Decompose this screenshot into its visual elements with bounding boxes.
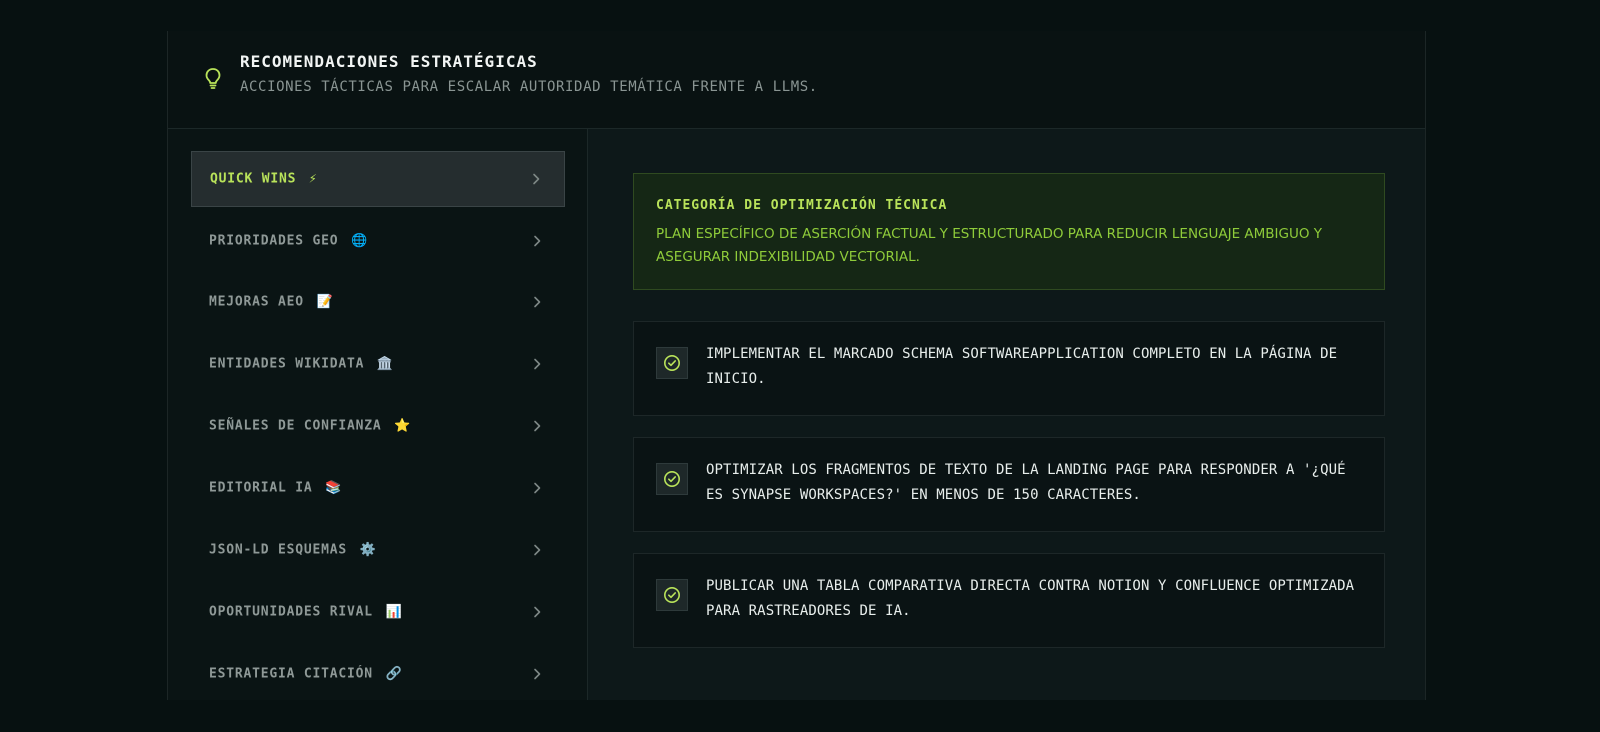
- memo-icon: 📝: [316, 294, 334, 310]
- sidebar-item-label: OPORTUNIDADES RIVAL 📊: [209, 604, 403, 620]
- sidebar-item-json-ld-esquemas[interactable]: JSON-LD ESQUEMAS ⚙️: [191, 522, 565, 578]
- link-icon: 🔗: [385, 666, 403, 682]
- category-sidebar: QUICK WINS ⚡ PRIORIDADES GEO 🌐 MEJORAS A…: [168, 129, 588, 700]
- category-info-box: CATEGORÍA DE OPTIMIZACIÓN TÉCNICA PLAN E…: [633, 173, 1385, 290]
- chevron-right-icon: [534, 296, 541, 308]
- sidebar-item-prioridades-geo[interactable]: PRIORIDADES GEO 🌐: [191, 213, 565, 269]
- sidebar-item-label: QUICK WINS ⚡: [210, 171, 318, 187]
- category-title: CATEGORÍA DE OPTIMIZACIÓN TÉCNICA: [656, 198, 948, 213]
- books-icon: 📚: [325, 480, 343, 496]
- globe-icon: 🌐: [351, 233, 369, 249]
- task-card: PUBLICAR UNA TABLA COMPARATIVA DIRECTA C…: [633, 553, 1385, 648]
- task-text: IMPLEMENTAR EL MARCADO SCHEMA SOFTWAREAP…: [706, 346, 1338, 387]
- sidebar-item-oportunidades-rival[interactable]: OPORTUNIDADES RIVAL 📊: [191, 584, 565, 640]
- chevron-right-icon: [534, 235, 541, 247]
- sidebar-item-label: SEÑALES DE CONFIANZA ⭐: [209, 418, 412, 434]
- sidebar-item-editorial-ia[interactable]: EDITORIAL IA 📚: [191, 460, 565, 516]
- task-text: PUBLICAR UNA TABLA COMPARATIVA DIRECTA C…: [706, 578, 1355, 619]
- chevron-right-icon: [533, 173, 540, 185]
- task-checkbox[interactable]: [656, 347, 688, 379]
- sidebar-item-estrategia-citacion[interactable]: ESTRATEGIA CITACIÓN 🔗: [191, 646, 565, 700]
- check-circle-icon: [664, 355, 680, 371]
- task-checkbox[interactable]: [656, 579, 688, 611]
- check-circle-icon: [664, 471, 680, 487]
- chevron-right-icon: [534, 420, 541, 432]
- sidebar-item-label: EDITORIAL IA 📚: [209, 480, 343, 496]
- main-content: CATEGORÍA DE OPTIMIZACIÓN TÉCNICA PLAN E…: [588, 129, 1425, 700]
- sidebar-item-mejoras-aeo[interactable]: MEJORAS AEO 📝: [191, 274, 565, 330]
- category-description: PLAN ESPECÍFICO DE ASERCIÓN FACTUAL Y ES…: [656, 226, 1323, 265]
- task-card: OPTIMIZAR LOS FRAGMENTOS DE TEXTO DE LA …: [633, 437, 1385, 532]
- sidebar-item-label: ENTIDADES WIKIDATA 🏛️: [209, 356, 394, 372]
- classical-building-icon: 🏛️: [376, 356, 394, 372]
- lightbulb-icon: [204, 67, 222, 89]
- check-circle-icon: [664, 587, 680, 603]
- lightning-icon: ⚡: [308, 171, 318, 187]
- chevron-right-icon: [534, 482, 541, 494]
- chevron-right-icon: [534, 358, 541, 370]
- page-title: RECOMENDACIONES ESTRATÉGICAS: [240, 52, 538, 71]
- panel-header: RECOMENDACIONES ESTRATÉGICAS ACCIONES TÁ…: [168, 31, 1425, 129]
- bar-chart-icon: 📊: [385, 604, 403, 620]
- sidebar-item-quick-wins[interactable]: QUICK WINS ⚡: [191, 151, 565, 207]
- task-card: IMPLEMENTAR EL MARCADO SCHEMA SOFTWAREAP…: [633, 321, 1385, 416]
- sidebar-item-senales-de-confianza[interactable]: SEÑALES DE CONFIANZA ⭐: [191, 398, 565, 454]
- sidebar-item-entidades-wikidata[interactable]: ENTIDADES WIKIDATA 🏛️: [191, 336, 565, 392]
- chevron-right-icon: [534, 668, 541, 680]
- sidebar-item-label: MEJORAS AEO 📝: [209, 294, 334, 310]
- recommendations-panel: RECOMENDACIONES ESTRATÉGICAS ACCIONES TÁ…: [167, 31, 1426, 700]
- sidebar-item-label: ESTRATEGIA CITACIÓN 🔗: [209, 666, 403, 682]
- page-subtitle: ACCIONES TÁCTICAS PARA ESCALAR AUTORIDAD…: [240, 79, 818, 95]
- sidebar-item-label: PRIORIDADES GEO 🌐: [209, 233, 369, 249]
- task-text: OPTIMIZAR LOS FRAGMENTOS DE TEXTO DE LA …: [706, 462, 1346, 503]
- task-checkbox[interactable]: [656, 463, 688, 495]
- sidebar-item-label: JSON-LD ESQUEMAS ⚙️: [209, 542, 377, 558]
- star-icon: ⭐: [394, 418, 412, 434]
- chevron-right-icon: [534, 606, 541, 618]
- chevron-right-icon: [534, 544, 541, 556]
- gear-icon: ⚙️: [359, 542, 377, 558]
